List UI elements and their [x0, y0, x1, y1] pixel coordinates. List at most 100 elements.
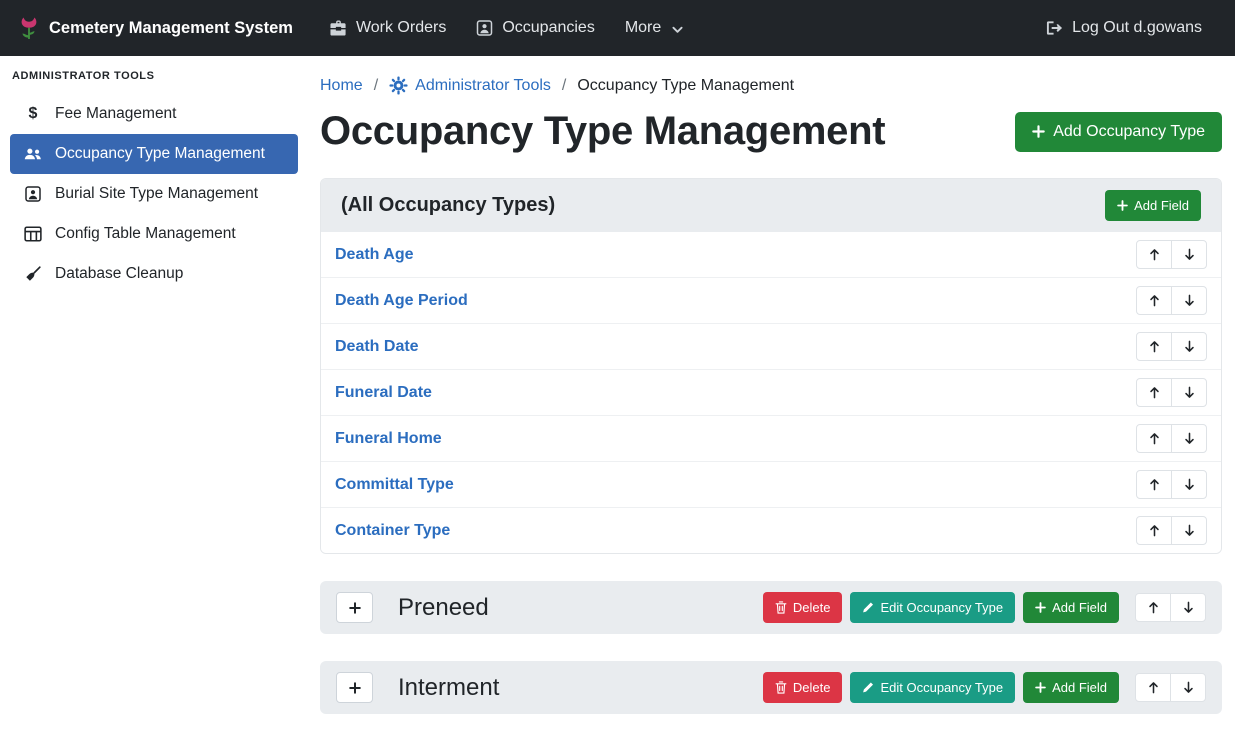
sidebar: ADMINISTRATOR TOOLS $ Fee Management Occ… — [0, 56, 308, 738]
page-title: Occupancy Type Management — [320, 109, 885, 154]
users-icon — [24, 146, 42, 162]
occupancy-type-section-interment: Interment Delete Edit Occupancy Type Add… — [320, 661, 1222, 714]
field-row: Container Type — [321, 508, 1221, 553]
sidebar-item-label: Fee Management — [55, 105, 177, 123]
occupancy-type-section-preneed: Preneed Delete Edit Occupancy Type Add F… — [320, 581, 1222, 634]
field-link[interactable]: Death Age — [335, 246, 414, 264]
move-up-button[interactable] — [1136, 240, 1172, 269]
sidebar-item-occupancy-type-management[interactable]: Occupancy Type Management — [10, 134, 298, 174]
field-row: Funeral Date — [321, 370, 1221, 416]
arrow-down-icon — [1184, 386, 1195, 399]
reorder-group — [1136, 240, 1207, 269]
work-orders-icon — [330, 20, 347, 36]
move-up-button[interactable] — [1136, 424, 1172, 453]
move-up-button[interactable] — [1136, 470, 1172, 499]
breadcrumb: Home / Administrator Tools / Occupancy T… — [320, 56, 1222, 97]
occupancy-type-name: Preneed — [398, 594, 755, 622]
arrow-down-icon — [1183, 681, 1194, 694]
move-down-button[interactable] — [1171, 378, 1207, 407]
sidebar-item-config-table-management[interactable]: Config Table Management — [10, 214, 298, 254]
arrow-up-icon — [1148, 681, 1159, 694]
move-down-button[interactable] — [1170, 593, 1206, 622]
move-down-button[interactable] — [1171, 516, 1207, 545]
delete-button[interactable]: Delete — [763, 672, 843, 703]
chevron-down-icon — [672, 26, 683, 34]
arrow-down-icon — [1184, 340, 1195, 353]
delete-button[interactable]: Delete — [763, 592, 843, 623]
arrow-up-icon — [1149, 340, 1160, 353]
arrow-down-icon — [1184, 478, 1195, 491]
move-up-button[interactable] — [1135, 593, 1171, 622]
logout-icon — [1046, 20, 1063, 36]
pencil-icon — [862, 681, 874, 694]
nav-work-orders[interactable]: Work Orders — [330, 19, 446, 37]
nav-more-label: More — [625, 19, 661, 37]
sidebar-item-burial-site-type-management[interactable]: Burial Site Type Management — [10, 174, 298, 214]
edit-occupancy-type-button[interactable]: Edit Occupancy Type — [850, 672, 1015, 703]
field-link[interactable]: Funeral Date — [335, 384, 432, 402]
move-down-button[interactable] — [1171, 332, 1207, 361]
field-link[interactable]: Death Age Period — [335, 292, 468, 310]
move-down-button[interactable] — [1170, 673, 1206, 702]
move-up-button[interactable] — [1136, 332, 1172, 361]
arrow-up-icon — [1149, 248, 1160, 261]
field-row: Committal Type — [321, 462, 1221, 508]
breadcrumb-admin-tools-label: Administrator Tools — [415, 77, 551, 95]
move-up-button[interactable] — [1136, 516, 1172, 545]
arrow-up-icon — [1148, 601, 1159, 614]
field-link[interactable]: Death Date — [335, 338, 419, 356]
move-up-button[interactable] — [1136, 378, 1172, 407]
add-field-button[interactable]: Add Field — [1105, 190, 1201, 221]
move-down-button[interactable] — [1171, 286, 1207, 315]
add-field-label: Add Field — [1134, 198, 1189, 213]
add-field-button[interactable]: Add Field — [1023, 592, 1119, 623]
add-occupancy-type-button[interactable]: Add Occupancy Type — [1015, 112, 1222, 152]
breadcrumb-administrator-tools[interactable]: Administrator Tools — [389, 76, 551, 95]
breadcrumb-separator: / — [374, 77, 378, 95]
edit-label: Edit Occupancy Type — [880, 600, 1003, 615]
burial-site-icon — [24, 186, 42, 202]
move-up-button[interactable] — [1135, 673, 1171, 702]
plus-icon — [1032, 125, 1045, 138]
expand-button[interactable] — [336, 592, 373, 623]
breadcrumb-separator: / — [562, 77, 566, 95]
plus-icon — [349, 682, 361, 694]
breadcrumb-home[interactable]: Home — [320, 77, 363, 95]
move-down-button[interactable] — [1171, 470, 1207, 499]
trash-icon — [775, 681, 787, 694]
arrow-down-icon — [1183, 601, 1194, 614]
field-link[interactable]: Container Type — [335, 522, 450, 540]
card-header: (All Occupancy Types) Add Field — [321, 179, 1221, 232]
move-up-button[interactable] — [1136, 286, 1172, 315]
field-link[interactable]: Funeral Home — [335, 430, 442, 448]
sidebar-item-database-cleanup[interactable]: Database Cleanup — [10, 254, 298, 294]
arrow-up-icon — [1149, 524, 1160, 537]
nav-occupancies[interactable]: Occupancies — [476, 19, 595, 37]
add-field-button[interactable]: Add Field — [1023, 672, 1119, 703]
reorder-group — [1135, 593, 1206, 622]
trash-icon — [775, 601, 787, 614]
expand-button[interactable] — [336, 672, 373, 703]
logout-button[interactable]: Log Out d.gowans — [1046, 19, 1202, 37]
plus-icon — [1117, 200, 1128, 211]
arrow-down-icon — [1184, 248, 1195, 261]
move-down-button[interactable] — [1171, 240, 1207, 269]
move-down-button[interactable] — [1171, 424, 1207, 453]
nav-more[interactable]: More — [625, 19, 683, 37]
sidebar-item-label: Database Cleanup — [55, 265, 183, 283]
add-field-label: Add Field — [1052, 600, 1107, 615]
table-icon — [24, 226, 42, 242]
reorder-group — [1135, 673, 1206, 702]
field-link[interactable]: Committal Type — [335, 476, 454, 494]
app-brand[interactable]: Cemetery Management System — [18, 15, 293, 41]
arrow-down-icon — [1184, 294, 1195, 307]
sidebar-heading: ADMINISTRATOR TOOLS — [0, 60, 308, 94]
add-field-label: Add Field — [1052, 680, 1107, 695]
edit-occupancy-type-button[interactable]: Edit Occupancy Type — [850, 592, 1015, 623]
plus-icon — [1035, 602, 1046, 613]
sidebar-item-fee-management[interactable]: $ Fee Management — [10, 94, 298, 134]
pencil-icon — [862, 601, 874, 614]
field-row: Death Date — [321, 324, 1221, 370]
field-row: Death Age — [321, 232, 1221, 278]
breadcrumb-current: Occupancy Type Management — [577, 77, 794, 95]
